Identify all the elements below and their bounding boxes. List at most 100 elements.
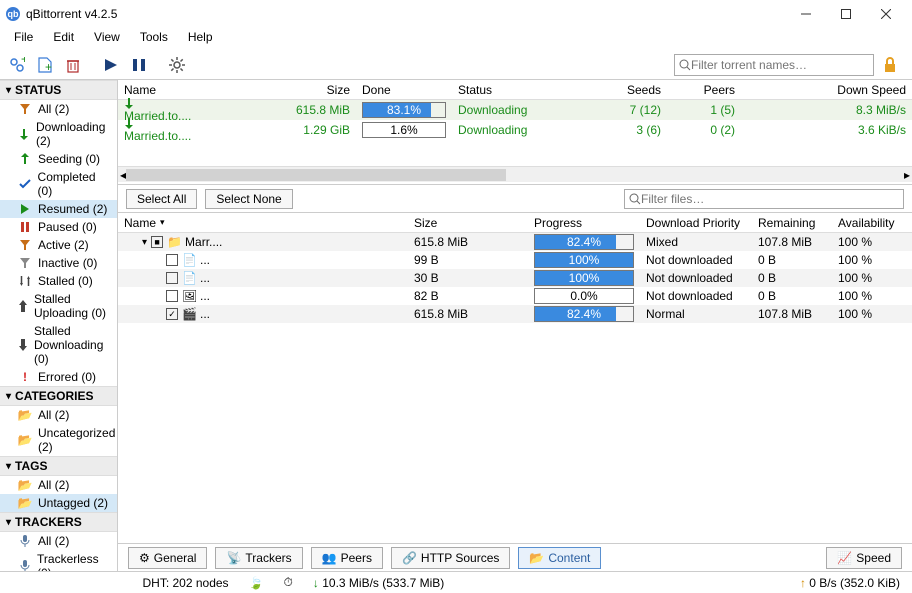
sidebar-item[interactable]: Stalled Uploading (0) <box>0 290 117 322</box>
select-all-button[interactable]: Select All <box>126 189 197 209</box>
titlebar[interactable]: qb qBittorrent v4.2.5 <box>0 0 912 28</box>
sidebar-item-label: Stalled Uploading (0) <box>34 292 111 320</box>
tab-content[interactable]: 📂Content <box>518 547 601 569</box>
settings-button[interactable] <box>166 54 188 76</box>
file-remaining: 0 B <box>752 289 832 303</box>
col-status[interactable]: Status <box>452 83 572 97</box>
file-checkbox[interactable]: ✓ <box>166 308 178 320</box>
tab-label: General <box>154 551 197 565</box>
sidebar-item[interactable]: Trackerless (0) <box>0 550 117 571</box>
tags-header[interactable]: ▾TAGS <box>0 456 117 476</box>
menu-help[interactable]: Help <box>178 28 223 50</box>
delete-button[interactable] <box>62 54 84 76</box>
sidebar-item[interactable]: Paused (0) <box>0 218 117 236</box>
sidebar-item[interactable]: Stalled (0) <box>0 272 117 290</box>
sidebar-item[interactable]: Resumed (2) <box>0 200 117 218</box>
fcol-name[interactable]: Name▾ <box>118 216 408 230</box>
fcol-priority[interactable]: Download Priority <box>640 216 752 230</box>
file-size: 82 B <box>408 289 528 303</box>
folder-icon: 📂 <box>18 408 32 422</box>
file-filter-input[interactable] <box>641 192 899 206</box>
file-row[interactable]: 🖼... 82 B 0.0% Not downloaded 0 B 100 % <box>118 287 912 305</box>
tab-trackers[interactable]: 📡Trackers <box>215 547 302 569</box>
sidebar-item[interactable]: All (2) <box>0 532 117 550</box>
status-icon <box>18 300 28 312</box>
torrent-status: Downloading <box>452 103 572 117</box>
status-icon <box>18 103 32 115</box>
collapse-icon[interactable]: ▾ <box>142 237 147 248</box>
tab-http-sources[interactable]: 🔗HTTP Sources <box>391 547 510 569</box>
menu-file[interactable]: File <box>4 28 43 50</box>
file-row[interactable]: 📄... 99 B 100% Not downloaded 0 B 100 % <box>118 251 912 269</box>
scroll-right-icon[interactable]: ▸ <box>904 168 910 182</box>
status-header[interactable]: ▾STATUS <box>0 80 117 100</box>
h-scrollbar[interactable]: ◂▸ <box>118 166 912 182</box>
fcol-avail[interactable]: Availability <box>832 216 912 230</box>
sidebar-item[interactable]: Downloading (2) <box>0 118 117 150</box>
file-row[interactable]: ✓🎬... 615.8 MiB 82.4% Normal 107.8 MiB 1… <box>118 305 912 323</box>
fcol-progress[interactable]: Progress <box>528 216 640 230</box>
sidebar-item[interactable]: Completed (0) <box>0 168 117 200</box>
sidebar-item[interactable]: All (2) <box>0 100 117 118</box>
file-checkbox[interactable] <box>166 272 178 284</box>
close-button[interactable] <box>866 1 906 27</box>
trackers-header[interactable]: ▾TRACKERS <box>0 512 117 532</box>
file-row[interactable]: ▾■📁Marr.... 615.8 MiB 82.4% Mixed 107.8 … <box>118 233 912 251</box>
fcol-remaining[interactable]: Remaining <box>752 216 832 230</box>
sidebar-item[interactable]: 📂All (2) <box>0 406 117 424</box>
add-file-button[interactable]: + <box>34 54 56 76</box>
sidebar-item[interactable]: Active (2) <box>0 236 117 254</box>
torrent-row[interactable]: Married.to.... 1.29 GiB 1.6% Downloading… <box>118 120 912 140</box>
sidebar-item-label: All (2) <box>38 102 69 116</box>
file-filter-box[interactable] <box>624 189 904 209</box>
sidebar-item[interactable]: 📂Untagged (2) <box>0 494 117 512</box>
tab-peers[interactable]: 👥Peers <box>311 547 383 569</box>
file-checkbox[interactable] <box>166 290 178 302</box>
menu-edit[interactable]: Edit <box>43 28 84 50</box>
search-box[interactable] <box>674 54 874 76</box>
menu-tools[interactable]: Tools <box>130 28 178 50</box>
sidebar-item[interactable]: Seeding (0) <box>0 150 117 168</box>
status-icon <box>18 153 32 165</box>
sidebar-item[interactable]: 📂All (2) <box>0 476 117 494</box>
col-size[interactable]: Size <box>278 83 356 97</box>
torrent-peers: 1 (5) <box>667 103 741 117</box>
scroll-thumb[interactable] <box>126 169 506 181</box>
search-input[interactable] <box>691 58 869 72</box>
tab-speed[interactable]: 📈Speed <box>826 547 902 569</box>
file-checkbox[interactable]: ■ <box>151 236 163 248</box>
file-row[interactable]: 📄... 30 B 100% Not downloaded 0 B 100 % <box>118 269 912 287</box>
sidebar-item[interactable]: 📂Uncategorized (2) <box>0 424 117 456</box>
file-type-icon: 📁 <box>167 235 181 249</box>
col-name[interactable]: Name <box>118 83 278 97</box>
menubar: File Edit View Tools Help <box>0 28 912 50</box>
pause-button[interactable] <box>128 54 150 76</box>
categories-header[interactable]: ▾CATEGORIES <box>0 386 117 406</box>
file-size: 99 B <box>408 253 528 267</box>
tab-label: Content <box>548 551 590 565</box>
minimize-button[interactable] <box>786 1 826 27</box>
add-link-button[interactable]: + <box>6 54 28 76</box>
col-done[interactable]: Done <box>356 83 452 97</box>
sidebar-item-label: Uncategorized (2) <box>38 426 115 454</box>
tab-general[interactable]: ⚙General <box>128 547 207 569</box>
select-none-button[interactable]: Select None <box>205 189 292 209</box>
mic-icon <box>18 559 31 571</box>
torrent-status: Downloading <box>452 123 572 137</box>
resume-button[interactable] <box>100 54 122 76</box>
sidebar-item[interactable]: !Errored (0) <box>0 368 117 386</box>
fcol-size[interactable]: Size <box>408 216 528 230</box>
file-checkbox[interactable] <box>166 254 178 266</box>
col-seeds[interactable]: Seeds <box>572 83 667 97</box>
sidebar-item[interactable]: Inactive (0) <box>0 254 117 272</box>
col-peers[interactable]: Peers <box>667 83 741 97</box>
file-availability: 100 % <box>832 307 912 321</box>
col-dspeed[interactable]: Down Speed <box>741 83 912 97</box>
file-priority: Mixed <box>640 235 752 249</box>
lock-icon[interactable] <box>880 54 900 76</box>
status-icon <box>18 339 28 351</box>
file-priority: Not downloaded <box>640 271 752 285</box>
menu-view[interactable]: View <box>84 28 130 50</box>
maximize-button[interactable] <box>826 1 866 27</box>
sidebar-item[interactable]: Stalled Downloading (0) <box>0 322 117 368</box>
